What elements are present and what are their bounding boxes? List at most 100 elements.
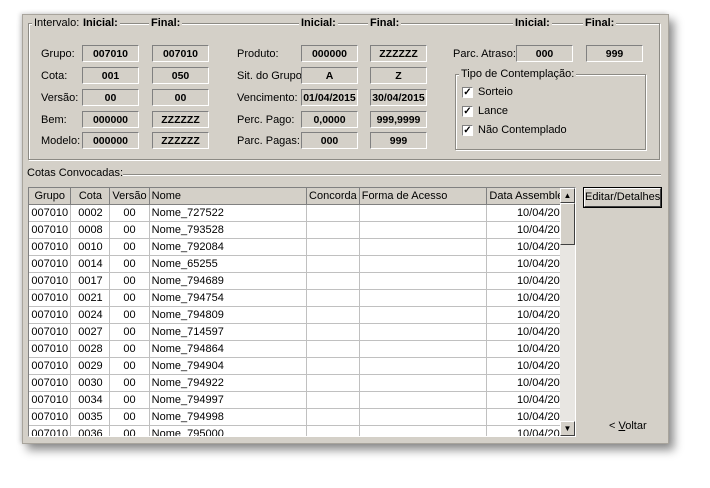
table-row[interactable]: 007010 0024 00 Nome_794809 10/04/2015 [29,306,575,324]
grid-vertical-scrollbar[interactable]: ▲ ▼ [560,188,575,436]
contemplacao-title: Tipo de Contemplação: [459,68,577,80]
nao-contemplado-checkbox-row[interactable]: ✓ Não Contemplado [462,124,567,136]
grupo-label: Grupo: [41,48,75,60]
checkmark-icon: ✓ [463,105,472,117]
table-cell [359,425,488,436]
bem-final-field[interactable]: ZZZZZZ [152,111,209,128]
table-cell [359,340,488,358]
sorteio-checkbox-row[interactable]: ✓ Sorteio [462,86,513,98]
table-row[interactable]: 007010 0017 00 Nome_794689 10/04/2015 [29,272,575,290]
versao-label: Versão: [41,92,79,104]
versao-inicial-field[interactable]: 00 [82,89,139,106]
table-cell: 007010 [29,272,72,290]
bem-label: Bem: [41,114,67,126]
cotas-grid[interactable]: Grupo Cota Versão Nome Concorda Forma de… [28,187,576,437]
table-cell: 0030 [70,374,111,392]
table-cell [306,289,360,307]
vencimento-final-field[interactable]: 30/04/2015 [370,89,427,106]
table-row[interactable]: 007010 0002 00 Nome_727522 10/04/2015 [29,204,575,222]
table-row[interactable]: 007010 0021 00 Nome_794754 10/04/2015 [29,289,575,307]
col-nome-header[interactable]: Nome [149,188,308,205]
parc-atraso-final-field[interactable]: 999 [586,45,643,62]
vencimento-inicial-field[interactable]: 01/04/2015 [301,89,358,106]
sorteio-checkbox[interactable]: ✓ [462,86,473,98]
grupo-inicial-field[interactable]: 007010 [82,45,139,62]
modelo-final-field[interactable]: ZZZZZZ [152,132,209,149]
table-cell [306,323,360,341]
sit-grupo-label: Sit. do Grupo: [237,70,305,82]
sit-grupo-inicial-field[interactable]: A [301,67,358,84]
grupo-final-field[interactable]: 007010 [152,45,209,62]
table-row[interactable]: 007010 0028 00 Nome_794864 10/04/2015 [29,340,575,358]
parc-pagas-inicial-field[interactable]: 000 [301,132,358,149]
table-cell: 007010 [29,391,72,409]
produto-inicial-field[interactable]: 000000 [301,45,358,62]
table-row[interactable]: 007010 0014 00 Nome_65255 10/04/2015 [29,255,575,273]
lance-checkbox-row[interactable]: ✓ Lance [462,105,508,117]
nao-contemplado-checkbox[interactable]: ✓ [462,124,473,136]
bem-inicial-field[interactable]: 000000 [82,111,139,128]
cota-inicial-field[interactable]: 001 [82,67,139,84]
produto-final-field[interactable]: ZZZZZZ [370,45,427,62]
right-inicial-header: Inicial: [513,17,552,29]
table-cell: 00 [109,374,150,392]
table-cell: 00 [109,255,150,273]
col-versao-header[interactable]: Versão [109,188,150,205]
table-cell: 00 [109,408,150,426]
cota-final-field[interactable]: 050 [152,67,209,84]
table-row[interactable]: 007010 0029 00 Nome_794904 10/04/2015 [29,357,575,375]
col-concorda-header[interactable]: Concorda [306,188,360,205]
perc-pago-final-field[interactable]: 999,9999 [370,111,427,128]
table-cell: 007010 [29,340,72,358]
table-cell: Nome_794754 [149,289,308,307]
col-cota-header[interactable]: Cota [70,188,111,205]
table-cell [306,204,360,222]
sorteio-label: Sorteio [478,86,513,98]
table-row[interactable]: 007010 0034 00 Nome_794997 10/04/2015 [29,391,575,409]
table-cell: Nome_794689 [149,272,308,290]
left-final-header: Final: [149,17,183,29]
table-row[interactable]: 007010 0010 00 Nome_792084 10/04/2015 [29,238,575,256]
table-cell: 0024 [70,306,111,324]
right-final-header: Final: [583,17,617,29]
scroll-up-arrow-icon[interactable]: ▲ [560,188,575,203]
table-row[interactable]: 007010 0035 00 Nome_794998 10/04/2015 [29,408,575,426]
table-row[interactable]: 007010 0008 00 Nome_793528 10/04/2015 [29,221,575,239]
table-cell: 00 [109,323,150,341]
table-cell: 0029 [70,357,111,375]
table-cell: Nome_794904 [149,357,308,375]
table-cell: Nome_793528 [149,221,308,239]
col-forma-acesso-header[interactable]: Forma de Acesso [359,188,488,205]
nao-contemplado-label: Não Contemplado [478,124,567,136]
parc-pagas-label: Parc. Pagas: [237,135,300,147]
table-row[interactable]: 007010 0027 00 Nome_714597 10/04/2015 [29,323,575,341]
voltar-button[interactable]: < Voltar [609,419,647,433]
interval-title: Intervalo: [32,17,82,29]
table-cell [359,289,488,307]
cotas-convocadas-separator [123,174,661,176]
versao-final-field[interactable]: 00 [152,89,209,106]
table-cell: 0028 [70,340,111,358]
parc-pagas-final-field[interactable]: 999 [370,132,427,149]
table-cell [359,255,488,273]
table-cell: 007010 [29,323,72,341]
table-cell [306,357,360,375]
col-grupo-header[interactable]: Grupo [29,188,72,205]
table-cell: 00 [109,238,150,256]
table-row[interactable]: 007010 0036 00 Nome_795000 10/04/2015 [29,425,575,436]
scroll-down-arrow-icon[interactable]: ▼ [560,421,575,436]
table-row[interactable]: 007010 0030 00 Nome_794922 10/04/2015 [29,374,575,392]
modelo-inicial-field[interactable]: 000000 [82,132,139,149]
table-body: 007010 0002 00 Nome_727522 10/04/2015 007010 0… [29,204,575,436]
table-cell: 007010 [29,289,72,307]
table-cell [306,340,360,358]
table-cell: 007010 [29,221,72,239]
sit-grupo-final-field[interactable]: Z [370,67,427,84]
table-cell [359,306,488,324]
table-cell [306,391,360,409]
editar-detalhes-button[interactable]: Editar/Detalhes [583,187,662,208]
scrollbar-thumb[interactable] [560,203,575,245]
parc-atraso-inicial-field[interactable]: 000 [516,45,573,62]
lance-checkbox[interactable]: ✓ [462,105,473,117]
perc-pago-inicial-field[interactable]: 0,0000 [301,111,358,128]
